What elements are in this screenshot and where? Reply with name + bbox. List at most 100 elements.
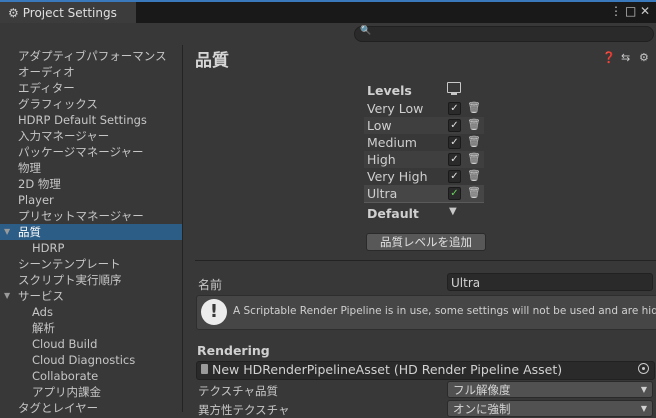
quality-level-row[interactable]: Ultra ✓ 🗑 (364, 185, 484, 203)
sidebar-item-label: シーンテンプレート (18, 257, 121, 271)
add-quality-level-button[interactable]: 品質レベルを追加 (366, 233, 486, 251)
search-icon: 🔍 (360, 26, 372, 36)
quality-level-checkbox[interactable]: ✓ (448, 153, 461, 166)
info-icon: ! (201, 299, 227, 325)
quality-level-row[interactable]: Low ✓ 🗑 (364, 117, 484, 134)
maximize-icon[interactable]: □ (625, 4, 636, 18)
sidebar-item-label: アプリ内課金 (32, 385, 101, 399)
sidebar-item-label: 2D 物理 (18, 177, 61, 191)
sidebar-item-label: パッケージマネージャー (18, 145, 144, 159)
chevron-down-icon: ▼ (640, 404, 647, 413)
name-field[interactable]: Ultra (447, 273, 653, 291)
help-icon[interactable]: ❓ (602, 51, 616, 64)
sidebar-item[interactable]: アダプティブパフォーマンス (0, 48, 182, 64)
expand-arrow-icon[interactable]: ▼ (4, 224, 10, 240)
sidebar-item-label: エディター (18, 81, 75, 95)
search-input[interactable]: 🔍 (354, 26, 654, 42)
quality-level-name: Ultra (367, 186, 398, 201)
quality-level-checkbox[interactable]: ✓ (448, 170, 461, 183)
sidebar-item[interactable]: アプリ内課金 (0, 384, 182, 400)
sidebar-item[interactable]: Cloud Build (0, 336, 182, 352)
texture-quality-value: フル解像度 (453, 383, 511, 397)
expand-arrow-icon[interactable]: ▼ (4, 288, 10, 304)
texture-quality-label: テクスチャ品質 (198, 384, 279, 398)
texture-quality-dropdown[interactable]: フル解像度 ▼ (447, 381, 653, 398)
sidebar-item-label: Ads (32, 305, 53, 319)
sidebar-item-label: Player (18, 193, 54, 207)
preset-icon[interactable]: ⇆ (621, 51, 630, 64)
quality-level-checkbox[interactable]: ✓ (448, 102, 461, 115)
monitor-icon (447, 82, 461, 95)
tab-project-settings[interactable]: ⚙ Project Settings (0, 2, 136, 23)
quality-level-name: Low (367, 118, 392, 133)
sidebar-item-label: Collaborate (32, 369, 99, 383)
sidebar-item-label: 品質 (18, 225, 41, 239)
rendering-header: Rendering (197, 343, 270, 358)
page-title: 品質 (195, 51, 229, 71)
sidebar-item-label: Cloud Build (32, 337, 98, 351)
trash-icon[interactable]: 🗑 (467, 169, 481, 182)
more-options-icon[interactable]: ⋮ (610, 4, 622, 18)
object-picker-icon[interactable] (638, 363, 649, 374)
sidebar-item[interactable]: 2D 物理 (0, 176, 182, 192)
settings-gear-icon[interactable]: ⚙ (639, 51, 649, 64)
sidebar-item[interactable]: プリセットマネージャー (0, 208, 182, 224)
sidebar-item[interactable]: Cloud Diagnostics (0, 352, 182, 368)
quality-level-checkbox[interactable]: ✓ (448, 136, 461, 149)
sidebar-item-label: HDRP Default Settings (18, 113, 147, 127)
sidebar-item-label: オーディオ (18, 65, 75, 79)
sidebar-item-label: サービス (18, 289, 64, 303)
quality-level-name: Medium (367, 135, 417, 150)
sidebar-item-label: アダプティブパフォーマンス (18, 49, 167, 63)
sidebar-item-label: タグとレイヤー (18, 401, 99, 415)
sidebar-item-label: Cloud Diagnostics (32, 353, 136, 367)
quality-level-checkbox[interactable]: ✓ (448, 119, 461, 132)
default-label: Default (367, 206, 419, 221)
sidebar-item-label: プリセットマネージャー (18, 209, 144, 223)
anisotropic-value: オンに強制 (453, 402, 511, 416)
trash-icon[interactable]: 🗑 (467, 152, 481, 165)
sidebar-item[interactable]: 解析 (0, 320, 182, 336)
quality-level-row[interactable]: Medium ✓ 🗑 (364, 134, 484, 151)
help-text: A Scriptable Render Pipeline is in use, … (233, 305, 656, 317)
quality-level-name: Very Low (367, 101, 424, 116)
trash-icon[interactable]: 🗑 (467, 186, 481, 199)
sidebar-item[interactable]: ▼ 品質 (0, 224, 182, 240)
quality-level-name: High (367, 152, 396, 167)
sidebar-item-label: HDRP (32, 241, 65, 255)
asset-file-icon (201, 364, 208, 374)
sidebar-item[interactable]: パッケージマネージャー (0, 144, 182, 160)
quality-level-row[interactable]: High ✓ 🗑 (364, 151, 484, 168)
anisotropic-label: 異方性テクスチャ (198, 403, 290, 417)
quality-level-checkbox[interactable]: ✓ (448, 187, 461, 200)
sidebar-item[interactable]: HDRP (0, 240, 182, 256)
sidebar-item[interactable]: シーンテンプレート (0, 256, 182, 272)
sidebar-item[interactable]: グラフィックス (0, 96, 182, 112)
sidebar-item[interactable]: ▼ サービス (0, 288, 182, 304)
quality-level-row[interactable]: Very Low ✓ 🗑 (364, 100, 484, 117)
sidebar-item[interactable]: Player (0, 192, 182, 208)
sidebar-item[interactable]: オーディオ (0, 64, 182, 80)
chevron-down-icon[interactable]: ▼ (449, 206, 457, 217)
sidebar-item[interactable]: Ads (0, 304, 182, 320)
sidebar-item[interactable]: 入力マネージャー (0, 128, 182, 144)
quality-level-name: Very High (367, 169, 428, 184)
sidebar-item[interactable]: タグとレイヤー (0, 400, 182, 416)
sidebar-item[interactable]: Collaborate (0, 368, 182, 384)
quality-level-row[interactable]: Very High ✓ 🗑 (364, 168, 484, 185)
sidebar-item-label: 物理 (18, 161, 41, 175)
tab-title: Project Settings (22, 5, 117, 20)
trash-icon[interactable]: 🗑 (467, 135, 481, 148)
sidebar-item-label: 解析 (32, 321, 55, 335)
trash-icon[interactable]: 🗑 (467, 118, 481, 131)
sidebar-item[interactable]: スクリプト実行順序 (0, 272, 182, 288)
close-icon[interactable]: ✕ (640, 4, 650, 18)
trash-icon[interactable]: 🗑 (467, 101, 481, 114)
divider (195, 260, 656, 261)
render-pipeline-asset-value: New HDRenderPipelineAsset (HD Render Pip… (212, 362, 563, 377)
anisotropic-dropdown[interactable]: オンに強制 ▼ (447, 400, 653, 417)
sidebar-item[interactable]: 物理 (0, 160, 182, 176)
sidebar-item[interactable]: HDRP Default Settings (0, 112, 182, 128)
sidebar-item[interactable]: エディター (0, 80, 182, 96)
sidebar-item-label: 入力マネージャー (18, 129, 110, 143)
